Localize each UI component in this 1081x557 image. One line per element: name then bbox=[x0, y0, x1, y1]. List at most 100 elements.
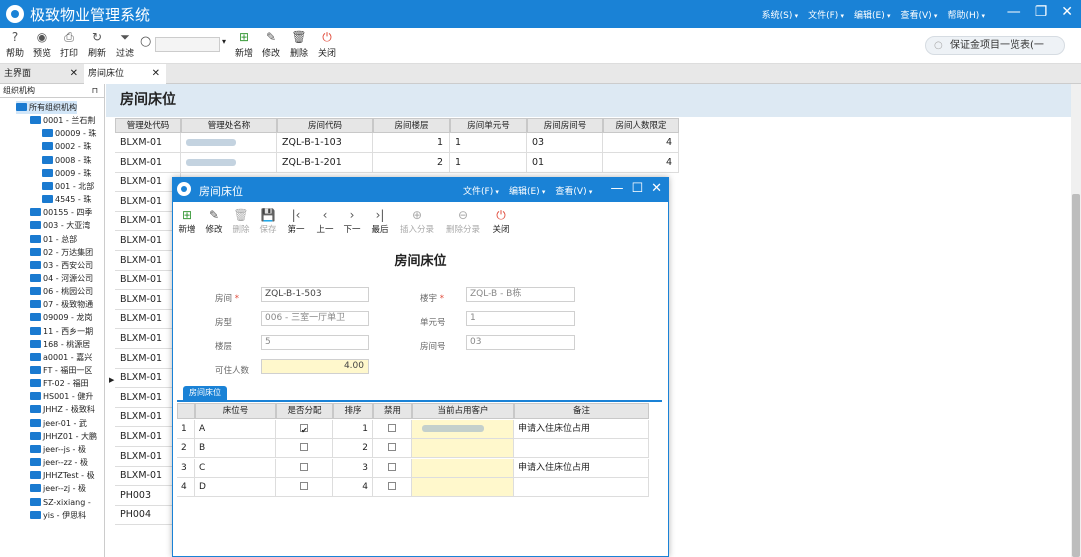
note-cell[interactable] bbox=[514, 439, 649, 459]
assigned-cell[interactable] bbox=[276, 420, 333, 439]
room-number-field[interactable]: 03 bbox=[466, 335, 575, 350]
add-button[interactable]: ⊞ 新增 bbox=[231, 30, 257, 59]
tab-room-beds-detail[interactable]: 房间床位 bbox=[183, 386, 227, 400]
column-header[interactable]: 排序 bbox=[333, 403, 373, 419]
table-cell-roomno[interactable]: 03 bbox=[527, 133, 603, 153]
dialog-remove-button[interactable]: ⊖ 删除分录 bbox=[443, 208, 483, 235]
current-customer-cell[interactable] bbox=[412, 420, 514, 439]
dialog-trash-button[interactable]: 🗑 删除 bbox=[228, 208, 254, 235]
table-cell-floor[interactable]: 1 bbox=[373, 133, 450, 153]
tree-item[interactable]: jeer--zz - 极 bbox=[30, 456, 88, 469]
tree-item[interactable]: 0009 - 珠 bbox=[42, 167, 91, 180]
dialog-menu-edit[interactable]: 编辑(E) bbox=[509, 184, 545, 197]
menu-help[interactable]: 帮助(H) bbox=[947, 8, 985, 21]
assigned-checkbox[interactable] bbox=[300, 481, 308, 490]
column-header[interactable]: 禁用 bbox=[373, 403, 412, 419]
column-header[interactable]: 房间代码 bbox=[277, 118, 373, 133]
dialog-insert-button[interactable]: ⊕ 插入分录 bbox=[397, 208, 437, 235]
assigned-cell[interactable] bbox=[276, 458, 333, 478]
tree-item[interactable]: jeer-01 - 武 bbox=[30, 417, 87, 430]
bed-number-cell[interactable]: C bbox=[195, 458, 276, 478]
dialog-add-button[interactable]: ⊞ 新增 bbox=[174, 208, 200, 235]
print-button[interactable]: ⎙ 打印 bbox=[56, 30, 82, 59]
tree-item[interactable]: SZ-xixiang - bbox=[30, 496, 91, 509]
filter-button[interactable]: ⏷ 过滤 bbox=[112, 30, 138, 59]
bed-number-cell[interactable]: D bbox=[195, 477, 276, 497]
current-customer-cell[interactable] bbox=[412, 458, 514, 478]
dialog-last-button[interactable]: ›| 最后 bbox=[367, 208, 393, 235]
note-cell[interactable]: 申请入住床位占用 bbox=[514, 458, 649, 478]
help-button[interactable]: ? 帮助 bbox=[2, 30, 28, 59]
table-cell-unit[interactable]: 1 bbox=[450, 152, 527, 173]
building-field[interactable]: ZQL-B - B栋 bbox=[466, 287, 575, 302]
edit-button[interactable]: ✎ 修改 bbox=[258, 30, 284, 59]
assigned-checkbox[interactable] bbox=[300, 443, 308, 452]
dialog-menu-file[interactable]: 文件(F) bbox=[463, 184, 499, 197]
preview-button[interactable]: ◉ 预览 bbox=[29, 30, 55, 59]
assigned-checkbox[interactable] bbox=[300, 462, 308, 471]
close-icon[interactable]: ✕ bbox=[1061, 4, 1073, 20]
table-cell-limit[interactable]: 4 bbox=[603, 133, 679, 153]
table-cell-roomno[interactable]: 01 bbox=[527, 152, 603, 173]
dialog-prev-button[interactable]: ‹ 上一 bbox=[312, 208, 338, 235]
tree-item[interactable]: JHHZTest - 极 bbox=[30, 469, 95, 482]
column-header[interactable]: 管理处名称 bbox=[181, 118, 277, 133]
chevron-down-icon[interactable]: ▾ bbox=[222, 37, 226, 46]
tree-item[interactable]: 0001 - 兰石荆 bbox=[30, 114, 95, 127]
table-cell-floor[interactable]: 2 bbox=[373, 152, 450, 173]
table-cell-limit[interactable]: 4 bbox=[603, 152, 679, 173]
disabled-cell[interactable] bbox=[373, 477, 412, 497]
disabled-cell[interactable] bbox=[373, 420, 412, 439]
disabled-checkbox[interactable] bbox=[388, 481, 396, 490]
table-cell-unit[interactable]: 1 bbox=[450, 133, 527, 153]
dialog-first-button[interactable]: |‹ 第一 bbox=[283, 208, 309, 235]
scrollbar-thumb[interactable] bbox=[1072, 194, 1080, 557]
column-header[interactable]: 床位号 bbox=[195, 403, 276, 419]
disabled-cell[interactable] bbox=[373, 458, 412, 478]
disabled-cell[interactable] bbox=[373, 439, 412, 459]
room-field[interactable]: ZQL-B-1-503 bbox=[261, 287, 369, 302]
table-cell-room[interactable]: ZQL-B-1-103 bbox=[277, 133, 373, 153]
close-icon[interactable]: ✕ bbox=[651, 181, 662, 196]
search-input[interactable] bbox=[155, 37, 220, 52]
tree-item[interactable]: 01 - 总部 bbox=[30, 233, 77, 246]
column-header[interactable]: 管理处代码 bbox=[115, 118, 181, 133]
note-cell[interactable]: 申请入住床位占用 bbox=[514, 420, 649, 439]
tree-item[interactable]: 所有组织机构 bbox=[16, 101, 77, 114]
dialog-power-button[interactable]: ⏻ 关闭 bbox=[488, 208, 514, 235]
dialog-menu-view[interactable]: 查看(V) bbox=[555, 184, 592, 197]
tree-item[interactable]: 001 - 北部 bbox=[42, 180, 94, 193]
column-header[interactable]: 房间单元号 bbox=[450, 118, 527, 133]
dialog-save-button[interactable]: 💾 保存 bbox=[255, 208, 281, 235]
capacity-field[interactable]: 4.00 bbox=[261, 359, 369, 374]
dialog-next-button[interactable]: › 下一 bbox=[339, 208, 365, 235]
close-button[interactable]: ⏻ 关闭 bbox=[314, 30, 340, 59]
tree-item[interactable]: 07 - 极致物通 bbox=[30, 298, 93, 311]
close-icon[interactable]: ✕ bbox=[70, 64, 78, 84]
pin-icon[interactable]: ⊓ bbox=[92, 84, 98, 97]
close-icon[interactable]: ✕ bbox=[152, 64, 160, 84]
tree-item[interactable]: 168 - 桃源居 bbox=[30, 338, 90, 351]
tab-home[interactable]: 主界面 ✕ bbox=[0, 64, 84, 84]
delete-button[interactable]: 🗑 删除 bbox=[286, 30, 312, 59]
disabled-checkbox[interactable] bbox=[388, 443, 396, 452]
restore-icon[interactable]: ❐ bbox=[1035, 4, 1048, 20]
room-type-field[interactable]: 006 - 三室一厅单卫 bbox=[261, 311, 369, 326]
tree-item[interactable]: FT - 福田一区 bbox=[30, 364, 92, 377]
menu-system[interactable]: 系统(S) bbox=[762, 8, 799, 21]
column-header[interactable]: 当前占用客户 bbox=[412, 403, 514, 419]
note-cell[interactable] bbox=[514, 477, 649, 497]
assigned-cell[interactable] bbox=[276, 477, 333, 497]
column-header[interactable]: 是否分配 bbox=[276, 403, 333, 419]
bed-number-cell[interactable]: B bbox=[195, 439, 276, 459]
column-header[interactable]: 备注 bbox=[514, 403, 649, 419]
tree-item[interactable]: jeer--js - 极 bbox=[30, 443, 86, 456]
tree-item[interactable]: 02 - 万达集团 bbox=[30, 246, 93, 259]
order-cell[interactable]: 2 bbox=[333, 439, 373, 459]
tree-item[interactable]: 03 - 西安公司 bbox=[30, 259, 93, 272]
disabled-checkbox[interactable] bbox=[388, 424, 396, 432]
order-cell[interactable]: 3 bbox=[333, 458, 373, 478]
current-customer-cell[interactable] bbox=[412, 439, 514, 459]
tree-item[interactable]: 09009 - 龙岗 bbox=[30, 311, 92, 324]
tree-item[interactable]: 11 - 西乡一期 bbox=[30, 325, 93, 338]
